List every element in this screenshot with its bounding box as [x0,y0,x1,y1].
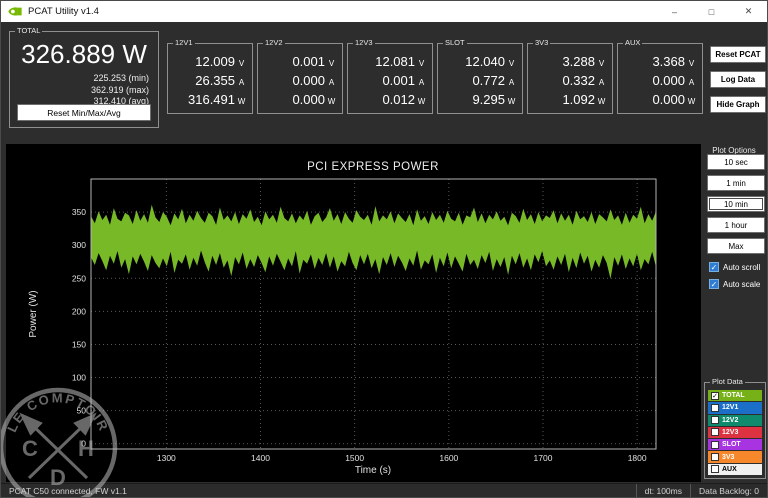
auto-scroll-row: ✓ Auto scroll [709,262,760,272]
sample-interval-indicator: dt: 100ms [636,484,690,497]
rail-3v3-group: 3V3 3.288V 0.332A 1.092W [527,43,613,114]
rail-aux-voltage: 3.368V [618,54,702,73]
plot-data-total-checkbox[interactable]: ✓ [711,392,719,400]
rail-slot-current: 0.772A [438,73,522,92]
reset-minmaxavg-button[interactable]: Reset Min/Max/Avg [17,104,151,121]
pci-express-power-chart: 1300 1400 1500 1600 1700 1800 0 50 100 150 200 250 3… [6,144,701,487]
svg-text:1600: 1600 [439,453,458,463]
minimize-button[interactable]: – [656,1,693,22]
rail-slot-voltage: 12.040V [438,54,522,73]
svg-text:100: 100 [72,373,86,383]
auto-scale-row: ✓ Auto scale [709,279,760,289]
plot-data-slot-checkbox[interactable] [711,441,719,449]
total-power-group: TOTAL 326.889 W 225.253 (min) 362.919 (m… [9,31,159,128]
power-graph-panel: 1300 1400 1500 1600 1700 1800 0 50 100 150 200 250 3… [6,144,701,482]
svg-text:50: 50 [77,406,87,416]
auto-scale-label: Auto scale [723,280,760,289]
rail-aux-group: AUX 3.368V 0.000A 0.000W [617,43,703,114]
rail-12v3-power: 0.012W [348,92,432,111]
plot-range-max-button[interactable]: Max [707,238,765,254]
svg-text:350: 350 [72,207,86,217]
plot-data-12v2-checkbox[interactable] [711,416,719,424]
rail-12v3-current: 0.001A [348,73,432,92]
rail-12v2-current: 0.000A [258,73,342,92]
plot-range-10min-button[interactable]: 10 min [707,196,765,212]
nvidia-logo-icon [8,6,22,17]
rail-12v1-group: 12V1 12.009V 26.355A 316.491W [167,43,253,114]
plot-data-3v3-checkbox[interactable] [711,453,719,461]
rail-aux-power: 0.000W [618,92,702,111]
data-backlog-indicator: Data Backlog: 0 [690,484,767,497]
svg-text:PCI EXPRESS POWER: PCI EXPRESS POWER [307,161,439,173]
close-button[interactable]: ✕ [730,1,767,22]
auto-scale-checkbox[interactable]: ✓ [709,279,719,289]
status-bar: PCAT C50 connected, FW v1.1 dt: 100ms Da… [1,483,767,497]
svg-text:1800: 1800 [628,453,647,463]
plot-data-aux-checkbox[interactable] [711,465,719,473]
plot-range-1min-button[interactable]: 1 min [707,175,765,191]
total-min-value: 225.253 (min) [91,73,149,85]
plot-data-3v3[interactable]: 3V3 [708,451,762,462]
connection-status: PCAT C50 connected, FW v1.1 [1,484,636,497]
plot-data-total[interactable]: ✓TOTAL [708,390,762,401]
plot-data-12v3[interactable]: 12V3 [708,427,762,438]
svg-text:0: 0 [81,439,86,449]
rail-12v2-voltage: 0.001V [258,54,342,73]
plot-data-12v2[interactable]: 12V2 [708,415,762,426]
hide-graph-button[interactable]: Hide Graph [710,96,766,113]
svg-text:150: 150 [72,339,86,349]
rail-12v1-voltage: 12.009V [168,54,252,73]
rail-12v3-voltage: 12.081V [348,54,432,73]
pcat-utility-window: PCAT Utility v1.4 – □ ✕ TOTAL 326.889 W … [0,0,768,498]
rail-12v3-group: 12V3 12.081V 0.001A 0.012W [347,43,433,114]
svg-text:300: 300 [72,240,86,250]
plot-data-aux[interactable]: AUX [708,464,762,475]
rail-12v2-group: 12V2 0.001V 0.000A 0.000W [257,43,343,114]
reset-pcat-button[interactable]: Reset PCAT [710,46,766,63]
total-power-stats: 225.253 (min) 362.919 (max) 312.410 (avg… [91,73,149,108]
maximize-button[interactable]: □ [693,1,730,22]
plot-range-1hour-button[interactable]: 1 hour [707,217,765,233]
plot-data-12v1-checkbox[interactable] [711,404,719,412]
rail-aux-current: 0.000A [618,73,702,92]
plot-data-label: Plot Data [710,377,745,387]
rail-aux-label: AUX [623,38,642,48]
rail-slot-label: SLOT [443,38,467,48]
rail-3v3-power: 1.092W [528,92,612,111]
svg-text:1500: 1500 [345,453,364,463]
rail-slot-power: 9.295W [438,92,522,111]
svg-text:200: 200 [72,306,86,316]
svg-text:Time (s): Time (s) [355,465,391,476]
svg-text:1300: 1300 [157,453,176,463]
rail-12v2-power: 0.000W [258,92,342,111]
total-power-value: 326.889 W [10,39,158,70]
plot-data-rows: ✓TOTAL 12V1 12V2 12V3 SLOT 3V3 AUX [708,390,762,475]
total-max-value: 362.919 (max) [91,85,149,97]
rail-12v3-label: 12V3 [353,38,375,48]
plot-data-slot[interactable]: SLOT [708,439,762,450]
svg-text:1700: 1700 [534,453,553,463]
auto-scroll-label: Auto scroll [723,263,760,272]
rail-3v3-label: 3V3 [533,38,550,48]
window-titlebar: PCAT Utility v1.4 – □ ✕ [1,1,767,22]
rail-12v1-power: 316.491W [168,92,252,111]
svg-text:Power (W): Power (W) [28,290,39,337]
log-data-button[interactable]: Log Data [710,71,766,88]
rail-12v1-label: 12V1 [173,38,195,48]
svg-text:250: 250 [72,273,86,283]
auto-scroll-checkbox[interactable]: ✓ [709,262,719,272]
rail-12v2-label: 12V2 [263,38,285,48]
plot-range-10sec-button[interactable]: 10 sec [707,154,765,170]
rail-3v3-voltage: 3.288V [528,54,612,73]
rail-12v1-current: 26.355A [168,73,252,92]
plot-data-12v3-checkbox[interactable] [711,428,719,436]
plot-data-group: Plot Data ✓TOTAL 12V1 12V2 12V3 SLOT 3V3… [704,382,766,479]
window-title: PCAT Utility v1.4 [28,6,99,17]
svg-text:1400: 1400 [251,453,270,463]
plot-data-12v1[interactable]: 12V1 [708,402,762,413]
total-group-label: TOTAL [15,26,42,36]
rail-3v3-current: 0.332A [528,73,612,92]
rail-slot-group: SLOT 12.040V 0.772A 9.295W [437,43,523,114]
